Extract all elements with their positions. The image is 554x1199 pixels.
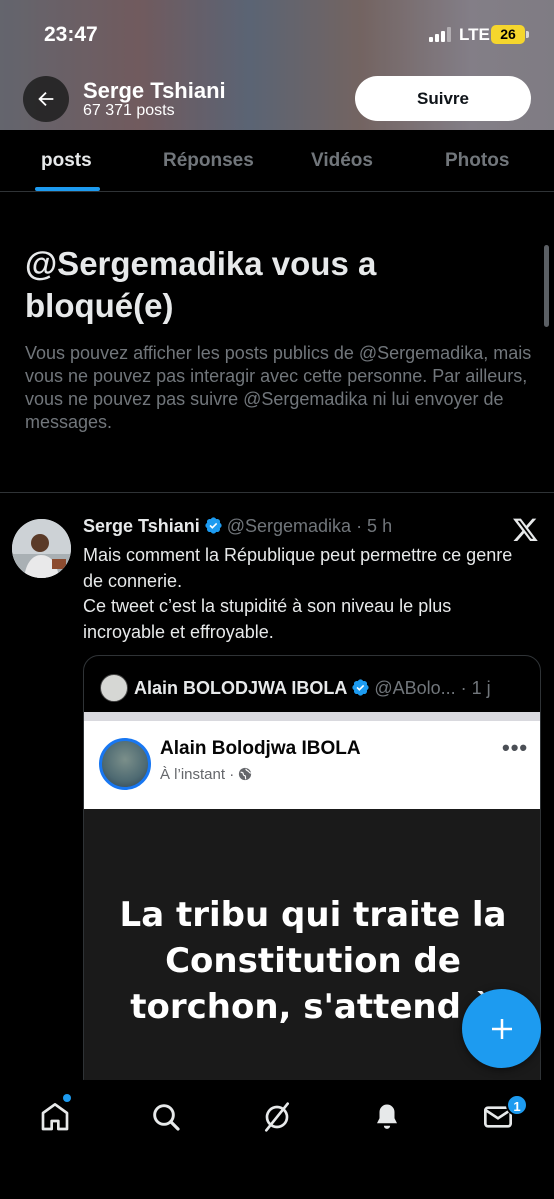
profile-header-banner: 23:47 LTE 26 Serge Tshiani 67 371 posts …: [0, 0, 554, 130]
profile-name: Serge Tshiani: [83, 78, 226, 103]
x-logo-icon: [512, 516, 539, 543]
messages-badge: 1: [506, 1094, 528, 1116]
avatar[interactable]: [12, 519, 71, 578]
bottom-navigation: 1: [0, 1080, 554, 1199]
globe-icon: [239, 767, 252, 781]
verified-badge-icon: [204, 516, 223, 540]
grok-icon: [265, 1102, 289, 1132]
status-time: 23:47: [44, 23, 98, 46]
verified-badge-icon: [351, 678, 370, 702]
more-options-icon: •••: [502, 735, 529, 760]
quoted-author-avatar: [100, 674, 128, 702]
home-icon: [41, 1103, 69, 1131]
nav-notifications[interactable]: [367, 1097, 407, 1137]
battery-icon: 26: [491, 25, 529, 44]
blocked-title: @Sergemadika vous a bloqué(e): [25, 245, 377, 324]
nav-search[interactable]: [146, 1097, 186, 1137]
nav-grok[interactable]: [257, 1097, 297, 1137]
compose-button[interactable]: [462, 989, 541, 1068]
facebook-post-header: Alain Bolodjwa IBOLA À l’instant · •••: [84, 721, 540, 809]
tab-photos[interactable]: Photos: [445, 150, 509, 172]
tweet-text-line: Mais comment la République peut permettr…: [83, 545, 513, 591]
facebook-post-time: À l’instant ·: [160, 766, 235, 783]
divider: [0, 492, 554, 493]
back-button[interactable]: [23, 76, 69, 122]
posts-count: 67 371 posts: [83, 102, 175, 119]
profile-tabs: posts Réponses Vidéos Photos: [0, 130, 554, 192]
avatar-photo: [12, 519, 71, 578]
quoted-timestamp: · 1 j: [460, 678, 491, 698]
facebook-post-meta: À l’instant ·: [160, 766, 252, 783]
tab-posts[interactable]: posts: [41, 150, 92, 172]
image-caption-line: La tribu qui traite la: [119, 895, 507, 935]
blocked-description: Vous pouvez afficher les posts publics d…: [25, 343, 532, 432]
network-type: LTE: [459, 25, 490, 44]
image-caption-line: Constitution de: [165, 941, 461, 981]
tab-videos[interactable]: Vidéos: [311, 150, 373, 172]
plus-icon: [491, 1018, 512, 1039]
home-unread-dot: [63, 1094, 71, 1102]
status-bar: 23:47 LTE 26: [0, 0, 554, 70]
active-tab-indicator: [35, 187, 100, 191]
image-top-strip: [84, 712, 540, 721]
arrow-left-icon: [38, 91, 54, 107]
tweet-text: Mais comment la République peut permettr…: [83, 543, 533, 645]
bell-icon: [377, 1104, 397, 1129]
quoted-author-name: Alain BOLODJWA IBOLA: [134, 678, 348, 698]
tweet-timestamp: · 5 h: [356, 516, 393, 536]
tweet-author-handle[interactable]: @Sergemadika: [227, 516, 351, 536]
tweet-header: Serge Tshiani @Sergemadika · 5 h: [83, 516, 392, 540]
cellular-signal-icon: [429, 27, 453, 42]
tab-replies[interactable]: Réponses: [163, 150, 254, 172]
tweet-text-line: Ce tweet c’est la stupidité à son niveau…: [83, 596, 452, 642]
tweet-author-name[interactable]: Serge Tshiani: [83, 516, 200, 536]
facebook-avatar: [99, 738, 151, 790]
facebook-author-name: Alain Bolodjwa IBOLA: [160, 738, 361, 759]
quoted-tweet-header: Alain BOLODJWA IBOLA @ABolo... · 1 j: [100, 674, 524, 702]
quoted-author-handle: @ABolo...: [374, 678, 456, 698]
nav-home[interactable]: [35, 1097, 75, 1137]
follow-button[interactable]: Suivre: [355, 76, 531, 121]
search-icon: [153, 1104, 180, 1131]
scrollbar[interactable]: [544, 245, 549, 327]
